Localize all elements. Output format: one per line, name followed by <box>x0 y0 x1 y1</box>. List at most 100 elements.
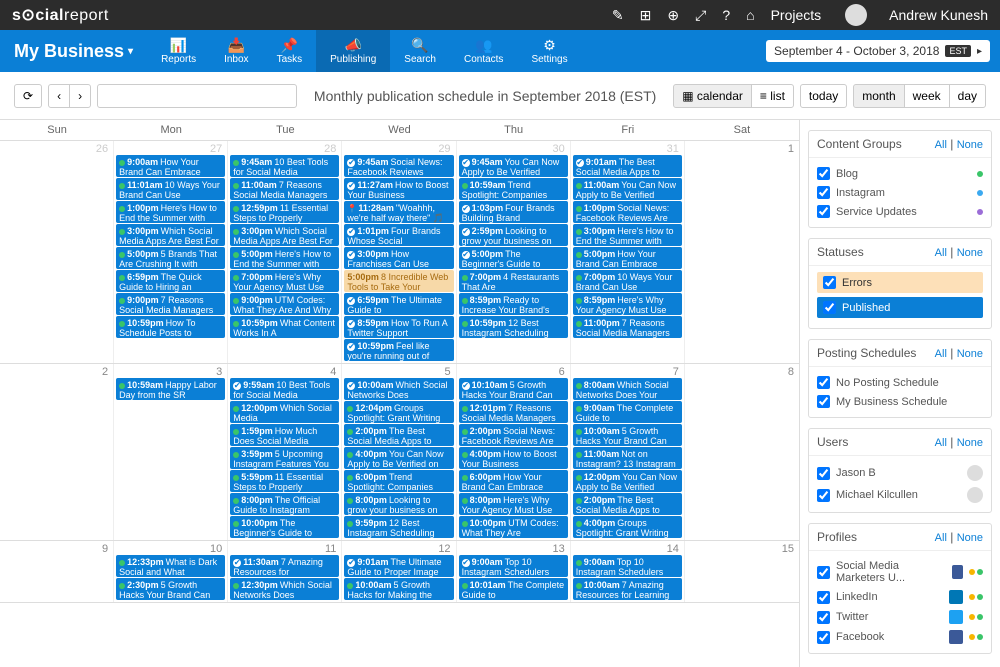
calendar-event[interactable]: 10:59pmFeel like you're running out of <box>344 339 453 361</box>
avatar[interactable] <box>845 4 867 26</box>
calendar-event[interactable]: 1:03pmFour Brands Building Brand <box>459 201 568 223</box>
calendar-day[interactable]: 309:45amYou Can Now Apply to Be Verified… <box>457 141 571 363</box>
all-link[interactable]: All <box>935 532 947 544</box>
nav-settings[interactable]: ⚙Settings <box>517 30 581 72</box>
calendar-event[interactable]: 12:00pmYou Can Now Apply to Be Verified <box>573 470 682 492</box>
calendar-event[interactable]: 9:00amTop 10 Instagram Schedulers <box>573 555 682 577</box>
calendar-event[interactable]: 3:59pm5 Upcoming Instagram Features You <box>230 447 339 469</box>
calendar-event[interactable]: 9:00pmUTM Codes: What They Are And Why <box>230 293 339 315</box>
calendar-event[interactable]: 9:45amSocial News: Facebook Reviews <box>344 155 453 177</box>
profile-row[interactable]: Social Media Marketers U... <box>817 557 983 587</box>
calendar-event[interactable]: 8:59pmHere's Why Your Agency Must Use <box>573 293 682 315</box>
add-icon[interactable]: ⊕ <box>667 7 679 24</box>
calendar-event[interactable]: 1:00pmSocial News: Facebook Reviews Are <box>573 201 682 223</box>
calendar-event[interactable]: 3:00pmWhich Social Media Apps Are Best F… <box>230 224 339 246</box>
calendar-day[interactable]: 610:10am5 Growth Hacks Your Brand Can12:… <box>457 364 571 540</box>
prev-button[interactable]: ‹ <box>48 84 70 108</box>
all-link[interactable]: All <box>935 247 947 259</box>
calendar-event[interactable]: 10:00am5 Growth Hacks Your Brand Can <box>573 424 682 446</box>
nav-publishing[interactable]: 📣Publishing <box>316 30 390 72</box>
calendar-event[interactable]: 12:33pmWhat is Dark Social and What <box>116 555 225 577</box>
none-link[interactable]: None <box>957 139 983 151</box>
week-button[interactable]: week <box>904 84 950 108</box>
calendar-event[interactable]: 11:00am7 Reasons Social Media Managers <box>230 178 339 200</box>
content-group-row[interactable]: Instagram <box>817 183 983 202</box>
refresh-button[interactable]: ⟳ <box>14 84 42 108</box>
calendar-day[interactable]: 1111:30am7 Amazing Resources for12:30pmW… <box>228 541 342 602</box>
calendar-event[interactable]: 10:00pmUTM Codes: What They Are <box>459 516 568 538</box>
calendar-event[interactable]: 9:59am10 Best Tools for Social Media <box>230 378 339 400</box>
calendar-event[interactable]: 11:27amHow to Boost Your Business <box>344 178 453 200</box>
calendar-day[interactable]: 78:00amWhich Social Networks Does Your9:… <box>571 364 685 540</box>
calendar-day[interactable]: 8 <box>685 364 799 540</box>
profile-checkbox[interactable] <box>817 631 830 644</box>
nav-search[interactable]: 🔍Search <box>390 30 450 72</box>
calendar-event[interactable]: 4:00pmGroups Spotlight: Grant Writing <box>573 516 682 538</box>
today-button[interactable]: today <box>800 84 847 108</box>
calendar-event[interactable]: 8:00pmThe Official Guide to Instagram <box>230 493 339 515</box>
calendar-event[interactable]: 9:00amTop 10 Instagram Schedulers <box>459 555 568 577</box>
calendar-event[interactable]: 10:59pmHow To Schedule Posts to <box>116 316 225 338</box>
content-group-checkbox[interactable] <box>817 186 830 199</box>
calendar-event[interactable]: 8:00pmLooking to grow your business on <box>344 493 453 515</box>
calendar-day[interactable]: 139:00amTop 10 Instagram Schedulers10:01… <box>457 541 571 602</box>
help-icon[interactable]: ? <box>722 7 730 23</box>
calendar-event[interactable]: 10:00pmThe Beginner's Guide to <box>230 516 339 538</box>
date-range-picker[interactable]: September 4 - October 3, 2018 EST ▸ <box>766 40 990 62</box>
view-calendar-button[interactable]: ▦ calendar <box>673 84 752 108</box>
calendar-day[interactable]: 15 <box>685 541 799 602</box>
calendar-event[interactable]: 5:59pm11 Essential Steps to Properly <box>230 470 339 492</box>
calendar-event[interactable]: 2:30pm5 Growth Hacks Your Brand Can <box>116 578 225 600</box>
calendar-event[interactable]: 5:00pmHere's How to End the Summer with <box>230 247 339 269</box>
calendar-day[interactable]: 310:59amHappy Labor Day from the SR <box>114 364 228 540</box>
calendar-event[interactable]: 1:59pmHow Much Does Social Media <box>230 424 339 446</box>
calendar-event[interactable]: 5:00pmHow Your Brand Can Embrace <box>573 247 682 269</box>
calendar-event[interactable]: 7:00pmHere's Why Your Agency Must Use <box>230 270 339 292</box>
calendar-event[interactable]: 7:00pm10 Ways Your Brand Can Use <box>573 270 682 292</box>
nav-reports[interactable]: 📊Reports <box>147 30 210 72</box>
calendar-event[interactable]: 12:01pm7 Reasons Social Media Managers <box>459 401 568 423</box>
calendar-event[interactable]: 11:01am10 Ways Your Brand Can Use <box>116 178 225 200</box>
calendar-event[interactable]: 3:00pmHere's How to End the Summer with <box>573 224 682 246</box>
content-group-checkbox[interactable] <box>817 205 830 218</box>
calendar-event[interactable]: 10:59amHappy Labor Day from the SR <box>116 378 225 400</box>
calendar-event[interactable]: 6:59pmThe Quick Guide to Hiring an <box>116 270 225 292</box>
calendar-event[interactable]: 6:00pmHow Your Brand Can Embrace <box>459 470 568 492</box>
calendar-event[interactable]: 10:59pm12 Best Instagram Scheduling <box>459 316 568 338</box>
calendar-day[interactable]: 289:45am10 Best Tools for Social Media11… <box>228 141 342 363</box>
user-checkbox[interactable] <box>817 467 830 480</box>
none-link[interactable]: None <box>957 437 983 449</box>
none-link[interactable]: None <box>957 532 983 544</box>
calendar-icon[interactable]: ⊞ <box>640 7 652 24</box>
calendar-day[interactable]: 9 <box>0 541 114 602</box>
calendar-event[interactable]: 5:00pm8 Incredible Web Tools to Take You… <box>344 270 453 292</box>
calendar-event[interactable]: 10:00am5 Growth Hacks for Making the <box>344 578 453 600</box>
calendar-day[interactable]: 510:00amWhich Social Networks Does12:04p… <box>342 364 456 540</box>
calendar-event[interactable]: 10:59pmWhat Content Works In A <box>230 316 339 338</box>
calendar-event[interactable]: 9:01amThe Best Social Media Apps to <box>573 155 682 177</box>
calendar-event[interactable]: 9:01amThe Ultimate Guide to Proper Image <box>344 555 453 577</box>
calendar-event[interactable]: 11:30am7 Amazing Resources for <box>230 555 339 577</box>
calendar-event[interactable]: 12:30pmWhich Social Networks Does <box>230 578 339 600</box>
calendar-event[interactable]: 8:59pmHow To Run A Twitter Support <box>344 316 453 338</box>
calendar-event[interactable]: 12:00pmWhich Social Media <box>230 401 339 423</box>
profile-checkbox[interactable] <box>817 591 830 604</box>
calendar-event[interactable]: 10:00am7 Amazing Resources for Learning <box>573 578 682 600</box>
calendar-event[interactable]: 9:45amYou Can Now Apply to Be Verified <box>459 155 568 177</box>
profile-row[interactable]: Twitter <box>817 607 983 627</box>
calendar-event[interactable]: 7:00pm4 Restaurants That Are <box>459 270 568 292</box>
search-input[interactable] <box>97 84 297 108</box>
profile-row[interactable]: LinkedIn <box>817 587 983 607</box>
status-errors[interactable]: Errors <box>817 272 983 293</box>
calendar-day[interactable]: 1 <box>685 141 799 363</box>
calendar-day[interactable]: 1012:33pmWhat is Dark Social and What2:3… <box>114 541 228 602</box>
calendar-event[interactable]: 10:00amWhich Social Networks Does <box>344 378 453 400</box>
status-errors-checkbox[interactable] <box>823 276 836 289</box>
compose-icon[interactable]: ✎ <box>612 7 624 24</box>
user-checkbox[interactable] <box>817 489 830 502</box>
status-published-checkbox[interactable] <box>823 301 836 314</box>
calendar-event[interactable]: 10:59amTrend Spotlight: Companies <box>459 178 568 200</box>
calendar-event[interactable]: 9:00amThe Complete Guide to <box>573 401 682 423</box>
projects-link[interactable]: Projects <box>771 7 822 23</box>
content-group-row[interactable]: Blog <box>817 164 983 183</box>
